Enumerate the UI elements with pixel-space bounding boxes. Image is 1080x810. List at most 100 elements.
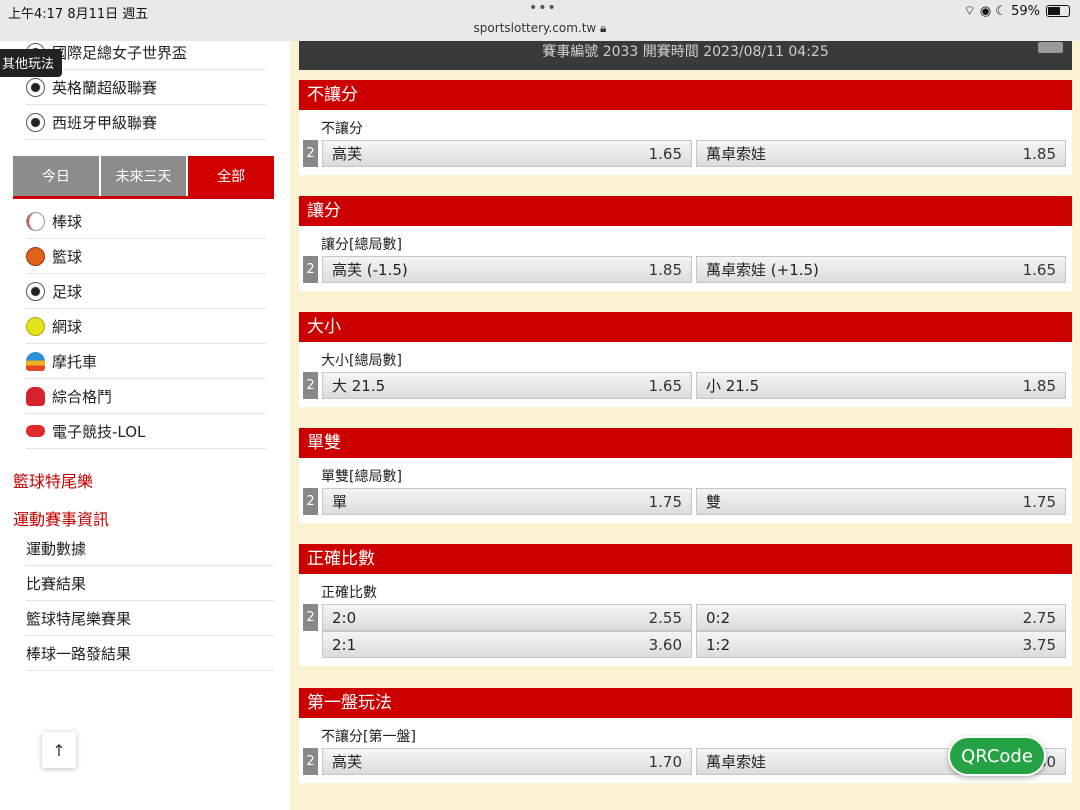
section-header: 不讓分 [299, 80, 1072, 110]
sidebar-item-baseball[interactable]: 棒球 [26, 204, 266, 239]
info-label: 比賽結果 [26, 574, 87, 593]
motorcycle-helmet-icon [26, 351, 45, 371]
section-body: 單雙[總局數] 2 單 1.75 雙 1.75 [299, 458, 1072, 523]
option-label: 高芙 [332, 145, 363, 163]
odds-value: 1.70 [648, 752, 682, 771]
odds-button[interactable]: 高芙 1.70 [322, 748, 692, 775]
section-header: 正確比數 [299, 544, 1072, 574]
count-badge: 2 [303, 604, 318, 631]
event-info-bar: 賽事編號 2033 開賽時間 2023/08/11 04:25 [299, 41, 1072, 70]
sidebar-item-motorcycle[interactable]: 摩托車 [26, 344, 266, 379]
tab-next-three-days[interactable]: 未來三天 [100, 156, 189, 196]
soccer-ball-icon [26, 112, 45, 132]
market-subtitle: 正確比數 [321, 585, 377, 601]
option-label: 2:1 [332, 635, 357, 654]
option-label: 小 21.5 [706, 377, 760, 395]
tab-today[interactable]: 今日 [13, 156, 101, 196]
sport-label: 摩托車 [52, 352, 98, 371]
count-badge: 2 [303, 256, 318, 283]
link-basketball-tail[interactable]: 籃球特尾樂 [13, 468, 93, 492]
url-label[interactable]: sportslottery.com.tw 🔒︎ [0, 21, 1080, 36]
sidebar: 其他玩法 國際足總女子世界盃 英格蘭超級聯賽 西班牙甲級聯賽 今日 未來三天 全… [0, 41, 290, 810]
battery-icon [1046, 5, 1070, 17]
event-bar-button[interactable] [1038, 42, 1063, 53]
odds-button[interactable]: 2:1 3.60 [322, 631, 692, 658]
sidebar-item-basketball-tail-results[interactable]: 籃球特尾樂賽果 [26, 601, 274, 636]
section-header: 大小 [299, 312, 1072, 342]
section-body: 大小[總局數] 2 大 21.5 1.65 小 21.5 1.85 [299, 342, 1072, 407]
sport-label: 網球 [52, 317, 83, 336]
sidebar-item-match-results[interactable]: 比賽結果 [26, 566, 274, 601]
sidebar-item-esports-lol[interactable]: 電子競技-LOL [26, 414, 266, 449]
option-label: 2:0 [332, 608, 357, 627]
sidebar-item-basketball[interactable]: 籃球 [26, 239, 266, 274]
league-item-premier-league[interactable]: 英格蘭超級聯賽 [26, 70, 266, 105]
boxing-glove-icon [26, 386, 45, 406]
odds-button[interactable]: 萬卓索娃 (+1.5) 1.65 [696, 256, 1066, 283]
baseball-icon [26, 211, 45, 231]
info-label: 棒球一路發結果 [26, 644, 132, 663]
status-time-date: 上午4:17 8月11日 週五 [8, 7, 149, 22]
tab-all[interactable]: 全部 [188, 156, 275, 196]
odds-button[interactable]: 高芙 1.65 [322, 140, 692, 167]
event-info-text: 賽事編號 2033 開賽時間 2023/08/11 04:25 [542, 44, 829, 60]
scroll-to-top-button[interactable]: ↑ [42, 732, 76, 768]
market-section-over-under: 大小 大小[總局數] 2 大 21.5 1.65 小 21.5 1.85 [299, 312, 1072, 407]
multitask-dots[interactable]: ••• [529, 0, 557, 16]
odds-button[interactable]: 0:2 2.75 [696, 604, 1066, 631]
count-badge-blank [303, 631, 318, 658]
odds-button[interactable]: 小 21.5 1.85 [696, 372, 1066, 399]
odds-button[interactable]: 大 21.5 1.65 [322, 372, 692, 399]
sport-label: 籃球 [52, 247, 83, 266]
count-badge: 2 [303, 488, 318, 515]
sidebar-item-mma[interactable]: 綜合格鬥 [26, 379, 266, 414]
sidebar-item-tennis[interactable]: 網球 [26, 309, 266, 344]
section-body: 讓分[總局數] 2 高芙 (-1.5) 1.85 萬卓索娃 (+1.5) 1.65 [299, 226, 1072, 291]
odds-value: 3.75 [1022, 635, 1056, 654]
odds-button[interactable]: 萬卓索娃 1.85 [696, 140, 1066, 167]
gamepad-icon [26, 425, 45, 437]
market-section-handicap: 讓分 讓分[總局數] 2 高芙 (-1.5) 1.85 萬卓索娃 (+1.5) 1.… [299, 196, 1072, 291]
option-label: 1:2 [706, 635, 731, 654]
soccer-ball-icon [26, 77, 45, 97]
qrcode-button[interactable]: QRCode [948, 736, 1046, 776]
option-label: 萬卓索娃 [706, 753, 767, 771]
odds-value: 1.65 [648, 376, 682, 395]
odds-value: 3.60 [648, 635, 682, 654]
count-badge: 2 [303, 748, 318, 775]
odds-button[interactable]: 高芙 (-1.5) 1.85 [322, 256, 692, 283]
url-text: sportslottery.com.tw [473, 21, 597, 35]
info-label: 運動數據 [26, 539, 87, 558]
odds-button[interactable]: 單 1.75 [322, 488, 692, 515]
other-plays-tooltip: 其他玩法 [0, 49, 63, 77]
odds-value: 1.85 [648, 260, 682, 279]
odds-button[interactable]: 雙 1.75 [696, 488, 1066, 515]
up-arrow-icon: ↑ [52, 740, 66, 760]
option-label: 大 21.5 [332, 377, 386, 395]
main-content: 賽事編號 2033 開賽時間 2023/08/11 04:25 不讓分 不讓分 … [290, 41, 1080, 810]
odds-button[interactable]: 2:0 2.55 [322, 604, 692, 631]
sidebar-item-sports-data[interactable]: 運動數據 [26, 531, 274, 566]
link-sports-info[interactable]: 運動賽事資訊 [13, 506, 109, 530]
odds-value: 1.65 [648, 144, 682, 163]
status-indicator-text: ⌔ ◉ ☾ 59% [963, 4, 1040, 19]
odds-button[interactable]: 1:2 3.75 [696, 631, 1066, 658]
section-header: 讓分 [299, 196, 1072, 226]
market-section-correct-score: 正確比數 正確比數 2 2:0 2.55 0:2 2.75 2:1 3.60 1:2 3… [299, 544, 1072, 666]
odds-row: 2 大 21.5 1.65 小 21.5 1.85 [303, 372, 1068, 399]
date-filter-tabs: 今日 未來三天 全部 [13, 156, 275, 199]
sidebar-item-baseball-results[interactable]: 棒球一路發結果 [26, 636, 274, 671]
league-label: 英格蘭超級聯賽 [52, 78, 158, 97]
market-subtitle: 讓分[總局數] [321, 237, 402, 253]
market-section-odd-even: 單雙 單雙[總局數] 2 單 1.75 雙 1.75 [299, 428, 1072, 523]
option-label: 高芙 (-1.5) [332, 261, 408, 279]
sport-label: 綜合格鬥 [52, 387, 113, 406]
market-subtitle: 不讓分 [321, 121, 363, 137]
sidebar-item-soccer[interactable]: 足球 [26, 274, 266, 309]
soccer-ball-icon [26, 281, 45, 301]
section-header: 第一盤玩法 [299, 688, 1072, 718]
league-item-la-liga[interactable]: 西班牙甲級聯賽 [26, 105, 266, 140]
odds-value: 1.75 [1022, 492, 1056, 511]
sport-label: 電子競技-LOL [52, 422, 146, 441]
odds-row: 2 單 1.75 雙 1.75 [303, 488, 1068, 515]
